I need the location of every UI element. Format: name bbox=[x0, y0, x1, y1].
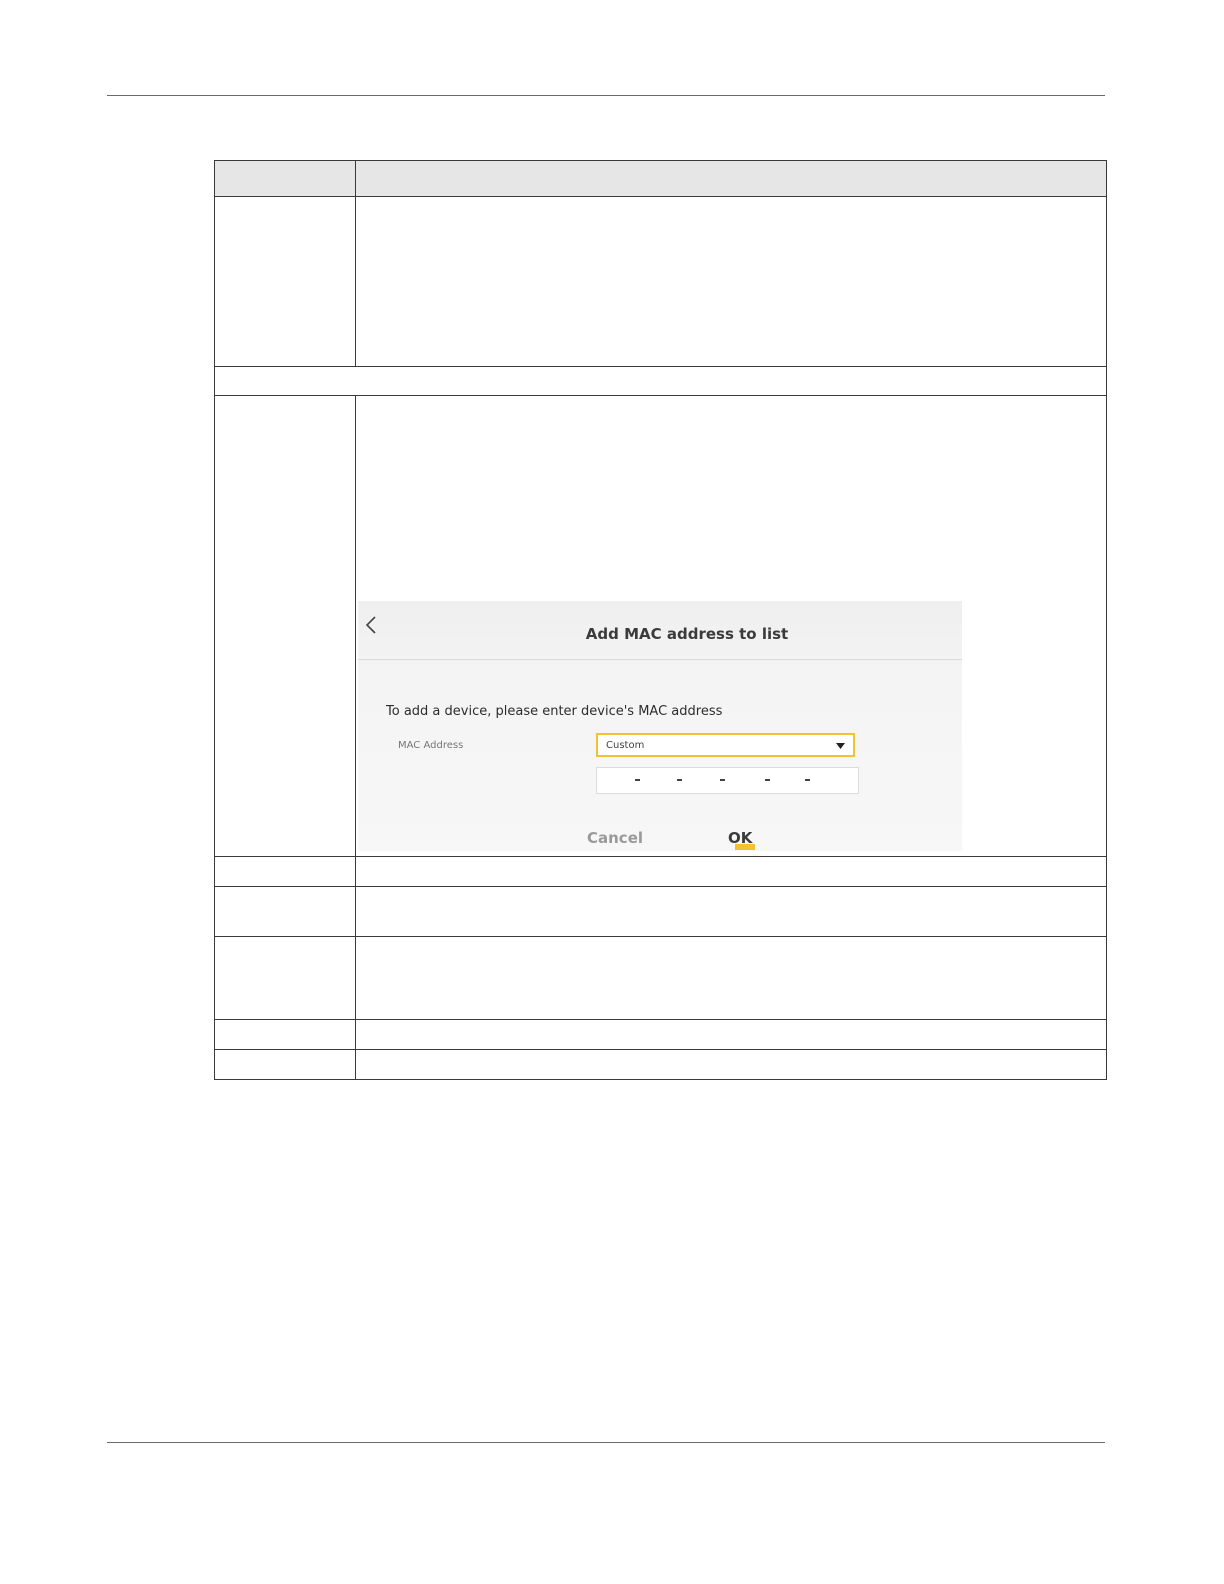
table-cell-with-screenshot: Add MAC address to list To add a device,… bbox=[355, 395, 1107, 857]
table-header-cell bbox=[214, 160, 356, 197]
table-cell bbox=[214, 856, 356, 887]
ok-button[interactable]: OK bbox=[728, 829, 752, 847]
table-cell bbox=[214, 395, 356, 857]
description-table: Add MAC address to list To add a device,… bbox=[214, 160, 1107, 1080]
header-rule bbox=[107, 95, 1105, 96]
table-row bbox=[214, 1019, 1107, 1050]
dialog-instruction: To add a device, please enter device's M… bbox=[386, 704, 723, 719]
table-row bbox=[214, 196, 1107, 367]
table-row bbox=[214, 886, 1107, 937]
table-cell bbox=[355, 1049, 1107, 1080]
mac-address-select-value: Custom bbox=[606, 740, 645, 751]
mac-separator bbox=[720, 779, 725, 781]
mac-address-label: MAC Address bbox=[398, 740, 464, 751]
table-row bbox=[214, 1049, 1107, 1080]
table-section-cell bbox=[214, 366, 1107, 396]
mac-separator bbox=[635, 779, 640, 781]
table-cell bbox=[355, 936, 1107, 1020]
table-row bbox=[214, 936, 1107, 1020]
dialog-divider bbox=[358, 659, 962, 660]
mac-address-select[interactable]: Custom bbox=[596, 733, 855, 757]
cancel-button[interactable]: Cancel bbox=[587, 829, 643, 847]
footer-rule bbox=[107, 1442, 1105, 1443]
add-mac-dialog-screenshot: Add MAC address to list To add a device,… bbox=[358, 601, 962, 851]
caret-down-icon bbox=[836, 743, 845, 749]
table-cell bbox=[355, 196, 1107, 367]
table-row bbox=[214, 856, 1107, 887]
mac-separator bbox=[805, 779, 810, 781]
table-section-row bbox=[214, 366, 1107, 396]
table-cell bbox=[355, 1019, 1107, 1050]
dialog-title: Add MAC address to list bbox=[585, 625, 789, 643]
table-cell bbox=[355, 856, 1107, 887]
table-cell bbox=[214, 936, 356, 1020]
mac-separator bbox=[677, 779, 682, 781]
table-header-row bbox=[214, 160, 1107, 197]
table-cell bbox=[355, 886, 1107, 937]
table-cell bbox=[214, 1049, 356, 1080]
table-row: Add MAC address to list To add a device,… bbox=[214, 395, 1107, 857]
table-cell bbox=[214, 1019, 356, 1050]
table-cell bbox=[214, 196, 356, 367]
mac-separator bbox=[765, 779, 770, 781]
table-cell bbox=[214, 886, 356, 937]
table-header-cell bbox=[355, 160, 1107, 197]
mac-address-input[interactable] bbox=[596, 767, 859, 794]
